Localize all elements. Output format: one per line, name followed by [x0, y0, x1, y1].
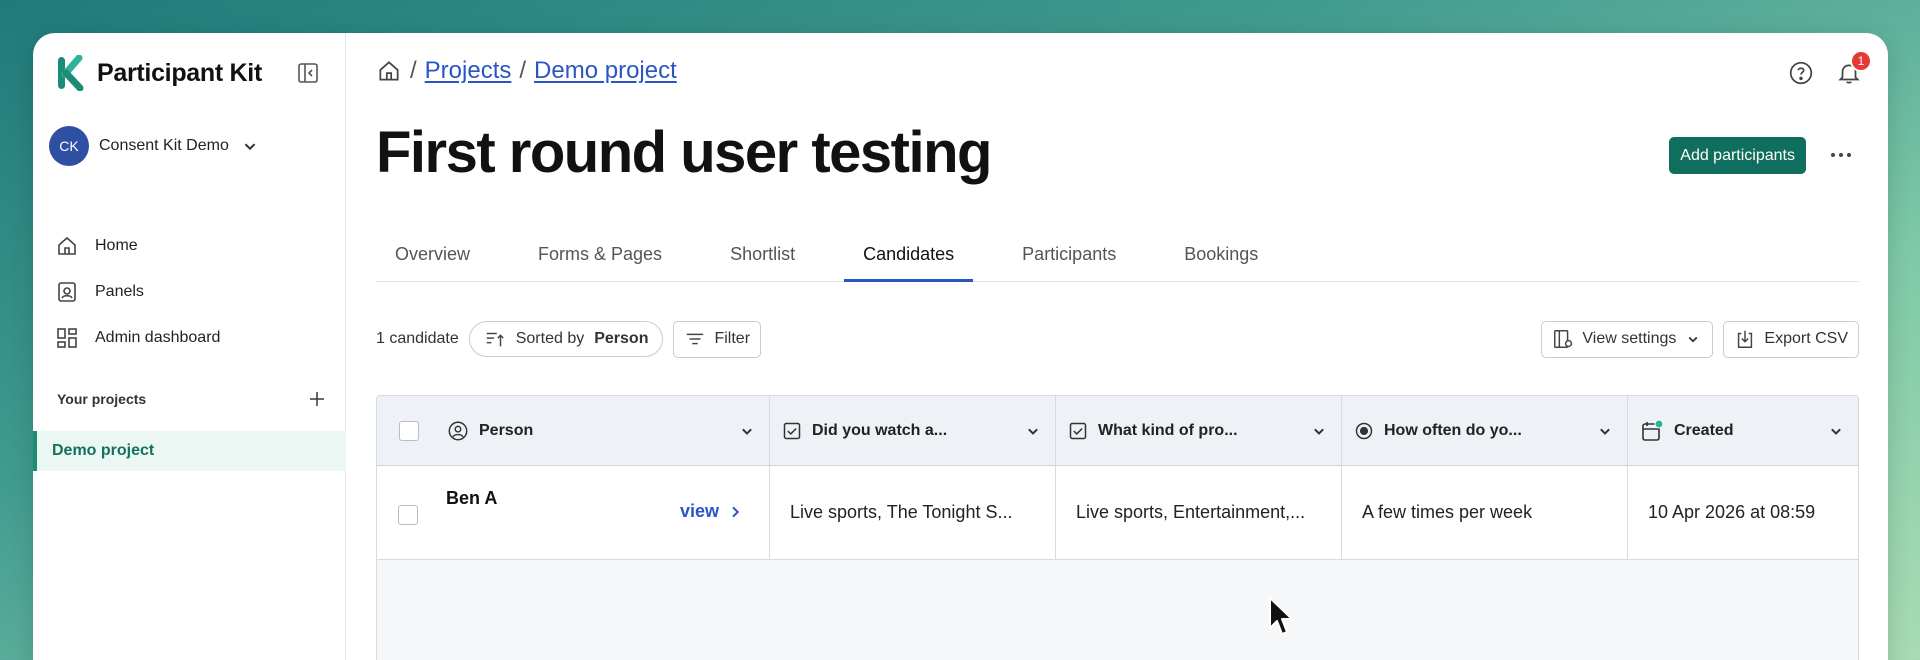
breadcrumb-separator: /	[519, 57, 527, 84]
chevron-down-icon[interactable]	[737, 421, 757, 441]
person-name: Ben A	[446, 488, 498, 508]
account-name: Consent Kit Demo	[99, 137, 229, 154]
cell-q2: Live sports, Entertainment,...	[1056, 466, 1342, 559]
column-header-q1[interactable]: Did you watch a...	[770, 396, 1056, 465]
candidates-table: Person Did you watch a... What kind of p…	[376, 395, 1859, 660]
sort-icon	[486, 332, 504, 347]
checkbox-question-icon	[783, 422, 801, 439]
notifications-button[interactable]: 1	[1836, 50, 1872, 86]
columns-settings-icon	[1554, 330, 1573, 348]
tab-bookings[interactable]: Bookings	[1165, 244, 1277, 282]
tab-overview[interactable]: Overview	[376, 244, 489, 282]
filter-label: Filter	[714, 330, 751, 347]
breadcrumb: / Projects / Demo project	[376, 57, 677, 85]
brand-name: Participant Kit	[97, 58, 262, 87]
tab-forms-pages[interactable]: Forms & Pages	[519, 244, 681, 282]
sidebar: Participant Kit CK Consent Kit Demo Home…	[33, 33, 346, 660]
notification-count-badge: 1	[1850, 50, 1872, 72]
sidebar-item-panels[interactable]: Panels	[55, 269, 325, 315]
sort-prefix: Sorted by	[515, 330, 585, 347]
mouse-cursor-icon	[1269, 597, 1293, 635]
radio-question-icon	[1355, 422, 1373, 439]
sidebar-item-label: Home	[95, 237, 138, 254]
sidebar-item-home[interactable]: Home	[55, 223, 325, 269]
cell-created: 10 Apr 2026 at 08:59	[1648, 502, 1816, 522]
row-checkbox[interactable]	[398, 505, 418, 525]
chevron-down-icon	[1689, 336, 1698, 343]
home-icon	[58, 236, 76, 255]
chevron-right-icon	[732, 506, 740, 517]
sidebar-nav: Home Panels Admin dashboard	[55, 223, 325, 361]
checkbox-question-icon	[1069, 422, 1087, 439]
export-csv-label: Export CSV	[1764, 330, 1848, 347]
filter-button[interactable]: Filter	[673, 320, 762, 358]
top-icons: 1	[1788, 50, 1872, 86]
cell-q3: A few times per week	[1342, 466, 1628, 559]
column-header-label: Person	[479, 421, 534, 439]
projects-title: Your projects	[57, 391, 147, 407]
participant-kit-logo-icon	[58, 55, 84, 91]
tab-participants[interactable]: Participants	[1003, 244, 1135, 282]
more-options-icon[interactable]	[1828, 143, 1854, 167]
chevron-down-icon[interactable]	[1023, 421, 1043, 441]
select-all-checkbox[interactable]	[399, 420, 419, 441]
column-header-label: Did you watch a...	[812, 421, 948, 439]
chevron-down-icon[interactable]	[1595, 421, 1615, 441]
main-content: / Projects / Demo project 1 First round …	[346, 33, 1888, 660]
sidebar-item-label: Panels	[95, 283, 144, 300]
view-settings-button[interactable]: View settings	[1541, 320, 1714, 358]
account-switcher[interactable]: CK Consent Kit Demo	[49, 126, 261, 166]
sidebar-item-demo-project[interactable]: Demo project	[33, 431, 346, 471]
tab-bar: Overview Forms & Pages Shortlist Candida…	[376, 244, 1859, 282]
sidebar-item-label: Admin dashboard	[95, 329, 221, 346]
collapse-sidebar-icon[interactable]	[296, 61, 320, 85]
filter-icon	[687, 333, 704, 345]
table-row[interactable]: Ben A view Live sports, The Tonight S...…	[377, 466, 1858, 560]
page-title: First round user testing	[376, 120, 992, 185]
person-icon	[448, 421, 468, 440]
chevron-down-icon[interactable]	[1826, 421, 1846, 441]
sort-field: Person	[594, 330, 649, 347]
column-header-label: How often do yo...	[1384, 421, 1522, 439]
sort-button[interactable]: Sorted by Person	[468, 321, 664, 357]
breadcrumb-current-link[interactable]: Demo project	[534, 57, 677, 85]
breadcrumb-projects-link[interactable]: Projects	[425, 57, 512, 85]
download-icon	[1738, 330, 1753, 348]
home-icon[interactable]	[376, 58, 402, 84]
view-candidate-link[interactable]: view	[680, 501, 743, 522]
table-empty-area	[377, 560, 1858, 660]
column-header-label: What kind of pro...	[1098, 421, 1238, 439]
app-window: Participant Kit CK Consent Kit Demo Home…	[33, 33, 1888, 660]
view-link-label: view	[679, 501, 719, 521]
sidebar-item-admin-dashboard[interactable]: Admin dashboard	[55, 315, 325, 361]
add-participants-button[interactable]: Add participants	[1669, 137, 1806, 174]
help-icon[interactable]	[1788, 60, 1814, 86]
column-header-label: Created	[1674, 421, 1734, 439]
table-toolbar: 1 candidate Sorted by Person Filter View…	[376, 320, 1859, 358]
calendar-icon	[1642, 419, 1664, 441]
panels-icon	[58, 282, 76, 302]
chevron-down-icon	[244, 143, 256, 151]
add-project-icon[interactable]	[307, 389, 327, 409]
avatar: CK	[49, 126, 89, 166]
column-header-created[interactable]: Created	[1628, 396, 1858, 465]
brand[interactable]: Participant Kit	[55, 55, 262, 91]
tab-candidates[interactable]: Candidates	[844, 244, 974, 282]
view-settings-label: View settings	[1582, 330, 1677, 347]
projects-header: Your projects	[57, 389, 327, 409]
export-csv-button[interactable]: Export CSV	[1723, 320, 1859, 358]
cell-q1: Live sports, The Tonight S...	[770, 466, 1056, 559]
column-header-q2[interactable]: What kind of pro...	[1056, 396, 1342, 465]
column-header-q3[interactable]: How often do yo...	[1342, 396, 1628, 465]
column-header-person[interactable]: Person	[377, 396, 770, 465]
table-header-row: Person Did you watch a... What kind of p…	[377, 396, 1858, 466]
chevron-down-icon[interactable]	[1309, 421, 1329, 441]
dashboard-icon	[57, 328, 77, 348]
cell-person: Ben A view	[377, 466, 770, 559]
breadcrumb-separator: /	[410, 57, 417, 84]
candidate-count: 1 candidate	[376, 330, 459, 347]
tab-shortlist[interactable]: Shortlist	[711, 244, 814, 282]
